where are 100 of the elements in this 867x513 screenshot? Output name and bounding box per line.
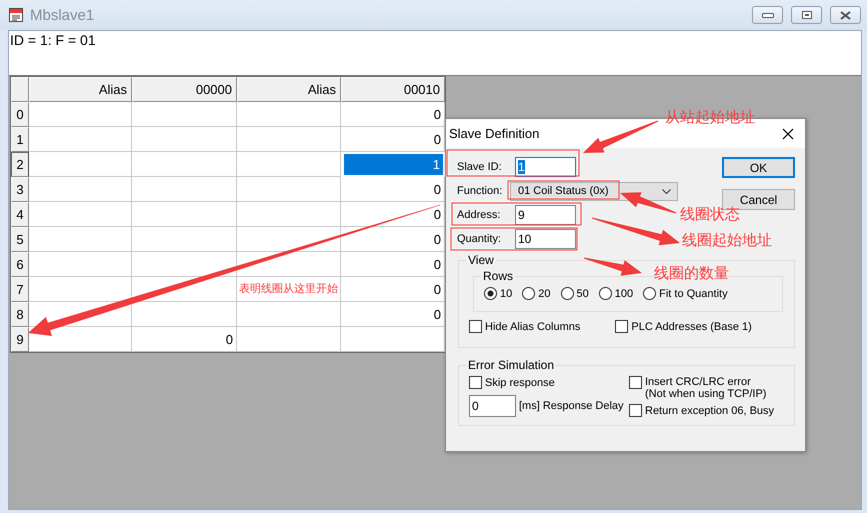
checkbox-label: Skip response	[485, 376, 555, 388]
column-header[interactable]: Alias	[237, 77, 341, 102]
table-cell[interactable]	[132, 127, 237, 152]
column-header[interactable]: Alias	[29, 77, 132, 102]
table-cell[interactable]: 0	[341, 102, 445, 127]
radio-button[interactable]	[560, 287, 574, 300]
close-icon	[840, 10, 851, 20]
annotation-overlay: 表明线圈从这里开始	[239, 282, 338, 296]
radio-button[interactable]	[484, 287, 497, 300]
table-cell[interactable]	[237, 252, 341, 277]
row-header[interactable]: 0	[11, 102, 29, 127]
table-cell[interactable]	[29, 102, 132, 127]
table-cell[interactable]: 0	[341, 202, 445, 227]
close-button[interactable]	[830, 6, 861, 24]
close-icon	[782, 128, 794, 140]
table-cell[interactable]	[237, 302, 341, 327]
table-cell[interactable]	[29, 277, 132, 302]
table-cell[interactable]	[237, 152, 341, 177]
table-cell[interactable]	[132, 102, 237, 127]
checkbox[interactable]	[615, 320, 628, 333]
field-label: Slave ID:	[457, 161, 503, 173]
checkbox[interactable]	[629, 404, 642, 417]
minimize-icon	[762, 12, 774, 18]
table-cell[interactable]	[132, 177, 237, 202]
table-cell[interactable]	[29, 252, 132, 277]
table-cell[interactable]	[29, 127, 132, 152]
checkbox-note: (Not when using TCP/IP)	[645, 388, 766, 400]
checkbox-label: Return exception 06, Busy	[645, 404, 774, 416]
radio-button[interactable]	[643, 287, 656, 300]
field-label: Quantity:	[457, 233, 502, 245]
table-cell[interactable]	[29, 227, 132, 252]
chevron-down-icon	[662, 188, 671, 194]
checkbox[interactable]	[629, 376, 642, 389]
delay-field[interactable]: 0	[469, 395, 516, 417]
status-text: ID = 1: F = 01	[10, 32, 96, 48]
row-header[interactable]: 2	[11, 152, 29, 177]
field-label: Function:	[457, 185, 504, 197]
table-cell[interactable]	[132, 227, 237, 252]
column-header[interactable]: 00010	[341, 77, 445, 102]
row-header[interactable]: 6	[11, 252, 29, 277]
arrow-overlay	[584, 258, 642, 276]
checkbox-label: PLC Addresses (Base 1)	[631, 320, 752, 332]
row-header[interactable]: 8	[11, 302, 29, 327]
table-cell[interactable]	[237, 202, 341, 227]
option-label: Fit to Quantity	[659, 288, 728, 300]
table-cell[interactable]	[237, 102, 341, 127]
radio-button[interactable]	[522, 287, 536, 300]
row-header[interactable]: 3	[11, 177, 29, 202]
field-label: [ms] Response Delay	[519, 400, 624, 412]
window-title: Mbslave1	[30, 6, 96, 24]
input-field[interactable]: 1	[515, 157, 576, 177]
restore-icon	[802, 11, 812, 19]
table-cell[interactable]	[132, 302, 237, 327]
table-cell[interactable]: 0	[132, 327, 237, 352]
minimize-button[interactable]	[752, 6, 783, 24]
group-title: View	[467, 253, 495, 267]
annotation-overlay: 线圈起始地址	[682, 231, 772, 250]
document-icon	[8, 7, 24, 23]
row-header[interactable]: 1	[11, 127, 29, 152]
table-cell[interactable]	[237, 327, 341, 352]
table-cell[interactable]	[29, 202, 132, 227]
table-cell[interactable]	[237, 227, 341, 252]
option-label: 100	[614, 288, 634, 300]
checkbox[interactable]	[469, 320, 482, 333]
checkbox-label: Hide Alias Columns	[485, 320, 580, 332]
table-cell[interactable]	[132, 152, 237, 177]
table-cell[interactable]: 0	[341, 227, 445, 252]
table-cell[interactable]	[29, 152, 132, 177]
table-cell[interactable]: 0	[341, 277, 445, 302]
table-cell[interactable]: 1	[341, 152, 445, 177]
input-field[interactable]: 10	[515, 229, 576, 249]
function-dropdown[interactable]: 01 Coil Status (0x)	[510, 182, 678, 200]
table-cell[interactable]	[29, 177, 132, 202]
table-cell[interactable]	[29, 327, 132, 352]
arrow-overlay	[620, 192, 676, 214]
table-cell[interactable]: 0	[341, 252, 445, 277]
row-header[interactable]: 5	[11, 227, 29, 252]
table-cell[interactable]: 0	[341, 302, 445, 327]
field-label: Address:	[457, 209, 502, 221]
table-cell[interactable]	[237, 127, 341, 152]
row-header[interactable]: 9	[11, 327, 29, 352]
option-label: 20	[538, 288, 550, 300]
column-header[interactable]: 00000	[132, 77, 237, 102]
table-cell[interactable]: 0	[341, 127, 445, 152]
annotation-overlay: 线圈的数量	[654, 264, 729, 283]
radio-button[interactable]	[598, 287, 612, 300]
option-label: 10	[500, 288, 512, 300]
table-cell[interactable]	[341, 327, 445, 352]
input-field[interactable]: 9	[515, 205, 576, 225]
maximize-button[interactable]	[791, 6, 822, 24]
table-cell[interactable]	[237, 177, 341, 202]
ok-button[interactable]: OK	[722, 157, 795, 178]
table-cell[interactable]	[132, 202, 237, 227]
checkbox[interactable]	[469, 376, 482, 389]
checkbox-label: Insert CRC/LRC error	[645, 376, 752, 388]
table-cell[interactable]: 表明线圈从这里开始	[237, 277, 341, 302]
row-header[interactable]: 7	[11, 277, 29, 302]
table-cell[interactable]: 0	[341, 177, 445, 202]
row-header[interactable]: 4	[11, 202, 29, 227]
option-label: 50	[576, 288, 589, 300]
